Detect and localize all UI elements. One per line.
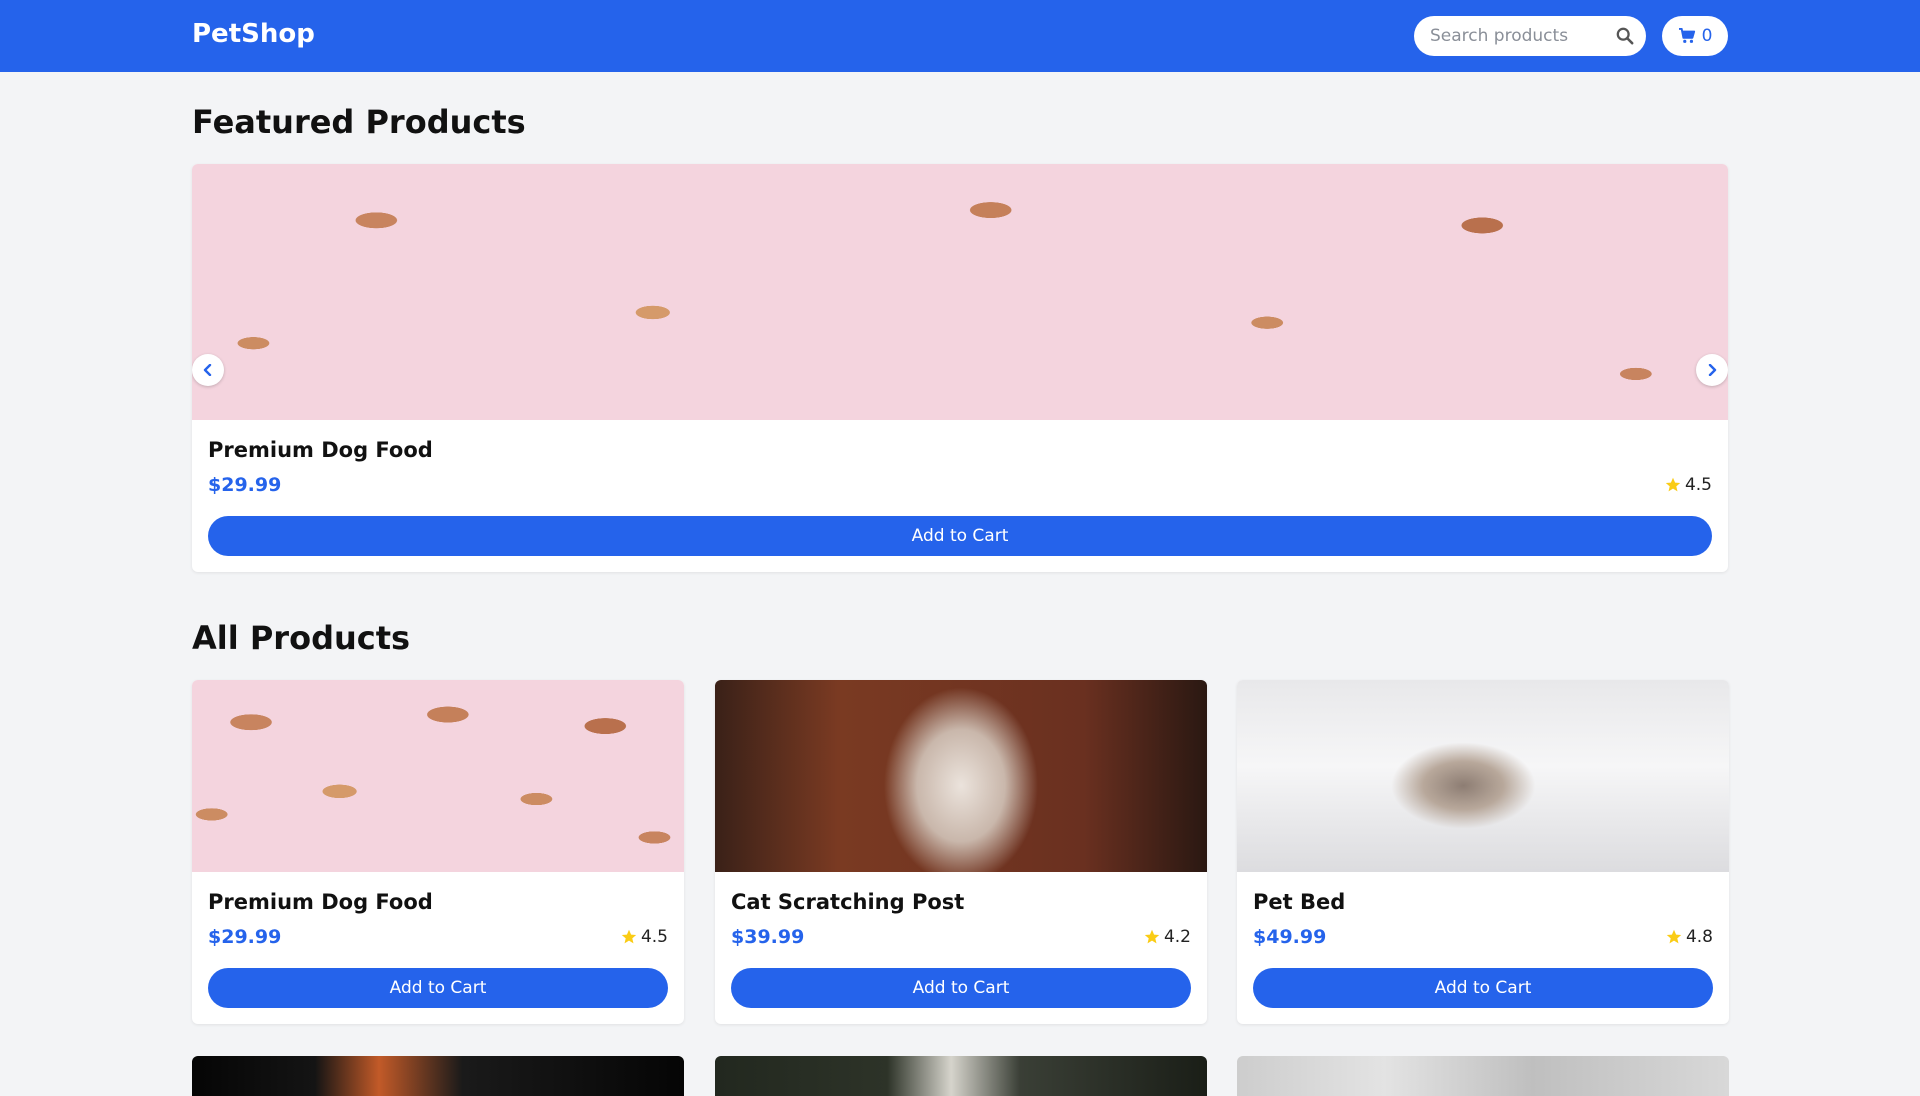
product-price: $29.99 [208,474,282,496]
logo[interactable]: PetShop [192,19,315,49]
search-input[interactable] [1430,16,1610,56]
product-card-partial[interactable] [192,1056,684,1096]
star-icon [1666,929,1682,944]
chevron-right-icon [1708,364,1717,376]
add-to-cart-button[interactable]: Add to Cart [1253,968,1713,1008]
star-icon [1665,477,1681,492]
product-image [192,680,684,872]
carousel-next-button[interactable] [1696,354,1728,386]
product-price: $39.99 [731,926,805,948]
add-to-cart-button[interactable]: Add to Cart [731,968,1191,1008]
star-icon [1144,929,1160,944]
product-name: Cat Scratching Post [731,890,965,914]
product-rating: 4.8 [1666,927,1713,947]
product-name: Premium Dog Food [208,438,433,462]
product-price: $29.99 [208,926,282,948]
product-name: Pet Bed [1253,890,1346,914]
featured-carousel: Premium Dog Food $29.99 4.5 Add to Cart [192,164,1728,572]
rating-value: 4.2 [1163,927,1191,947]
product-image [715,680,1207,872]
search-icon[interactable] [1616,27,1634,45]
carousel-prev-button[interactable] [192,354,224,386]
cart-button[interactable]: 0 [1662,16,1728,56]
rating-value: 4.5 [1684,475,1712,495]
top-navbar: PetShop 0 [0,0,1920,72]
rating-value: 4.5 [640,927,668,947]
product-rating: 4.5 [1665,475,1712,495]
all-products-section-title: All Products [192,619,411,657]
product-card[interactable]: Pet Bed $49.99 4.8 Add to Cart [1237,680,1729,1024]
add-to-cart-button[interactable]: Add to Cart [208,516,1712,556]
featured-section-title: Featured Products [192,103,526,141]
product-rating: 4.5 [621,927,668,947]
search-box [1414,16,1646,56]
product-name: Premium Dog Food [208,890,433,914]
rating-value: 4.8 [1685,927,1713,947]
cart-count: 0 [1701,26,1713,46]
cart-icon [1678,28,1695,43]
product-card[interactable]: Cat Scratching Post $39.99 4.2 Add to Ca… [715,680,1207,1024]
product-card-partial[interactable] [1237,1056,1729,1096]
product-rating: 4.2 [1144,927,1191,947]
product-card-partial[interactable] [715,1056,1207,1096]
chevron-left-icon [203,364,212,376]
product-image [192,164,1728,420]
product-image [1237,680,1729,872]
product-price: $49.99 [1253,926,1327,948]
star-icon [621,929,637,944]
product-card[interactable]: Premium Dog Food $29.99 4.5 Add to Cart [192,680,684,1024]
add-to-cart-button[interactable]: Add to Cart [208,968,668,1008]
